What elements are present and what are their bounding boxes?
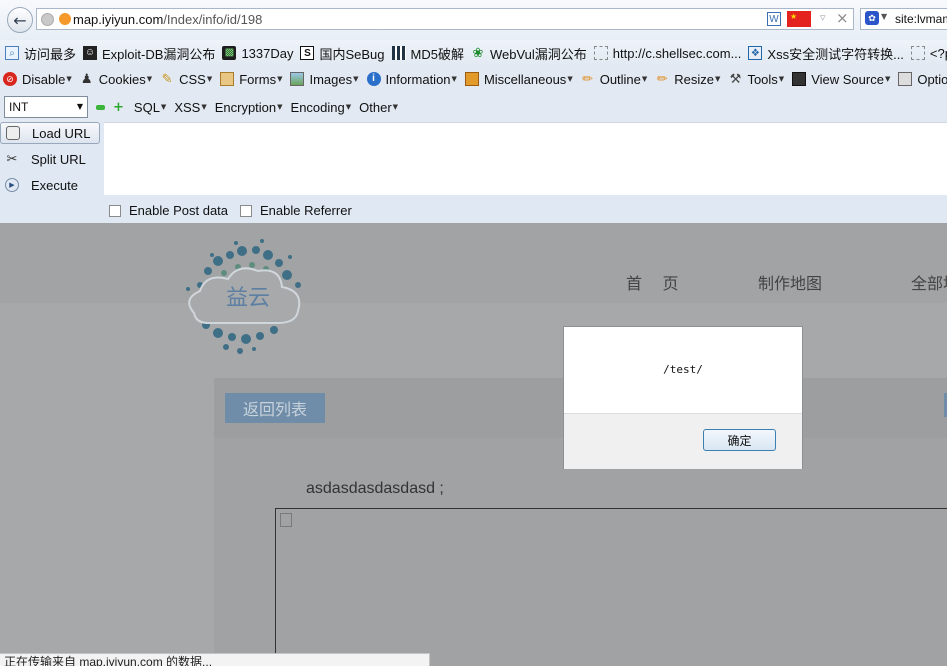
menu-encoding[interactable]: Encoding ▼ [291, 100, 352, 115]
search-engine-dropdown-icon[interactable]: ▼ [881, 12, 887, 21]
logo-text: 益云 [226, 286, 270, 311]
site-logo[interactable]: 益云 [178, 233, 313, 361]
bookmark-xss-tool[interactable]: ❖ Xss安全测试字符转换... [748, 44, 904, 63]
menu-xss[interactable]: XSS ▼ [174, 100, 206, 115]
decrease-icon[interactable] [96, 104, 105, 110]
bookmark-md5[interactable]: MD5破解 [391, 44, 464, 63]
increase-icon[interactable]: + [113, 100, 124, 115]
menu-other[interactable]: Other ▼ [359, 100, 398, 115]
checkbox-icon [109, 204, 121, 217]
tools-icon: ⚒ [729, 71, 742, 86]
menu-view-source[interactable]: View Source ▼ [792, 72, 890, 87]
menu-resize[interactable]: ✏ Resize ▼ [655, 71, 721, 87]
menu-disable[interactable]: ⊘ Disable ▼ [3, 72, 72, 87]
images-icon [290, 72, 305, 86]
scissors-icon: ✂ [6, 151, 18, 166]
broken-image-icon [280, 513, 292, 527]
bookmark-shellsec[interactable]: http://c.shellsec.com... [593, 46, 741, 61]
back-button[interactable]: ← [7, 7, 33, 33]
web-page: 益云 首 页 制作地图 全部地图 返回列表 asdasdasdasdasd ; [0, 223, 947, 666]
url-dropdown-icon[interactable]: ▿ [820, 11, 826, 24]
forms-icon [220, 72, 235, 86]
load-url-icon [6, 126, 20, 140]
enable-post-checkbox[interactable]: Enable Post data [109, 203, 228, 218]
word-icon[interactable]: W [767, 12, 781, 26]
chevron-down-icon: ▼ [76, 102, 83, 111]
search-box[interactable]: ✿ ▼ site:lvmama [860, 8, 947, 30]
china-flag-icon: ★ [787, 11, 811, 27]
menu-images[interactable]: Images ▼ [290, 72, 359, 87]
miscellaneous-icon [464, 72, 479, 86]
menu-encryption[interactable]: Encryption ▼ [215, 100, 283, 115]
url-textarea[interactable] [104, 122, 947, 195]
bookmark-webvul[interactable]: ❀ WebVul漏洞公布 [471, 44, 587, 63]
xss-tool-icon: ❖ [748, 46, 763, 60]
url-text[interactable]: map.iyiyun.com/Index/info/id/198 [73, 12, 262, 27]
disable-icon: ⊘ [3, 72, 17, 86]
options-icon [898, 72, 913, 86]
baidu-paw-icon[interactable]: ✿ [865, 11, 879, 25]
bookmark-sebug[interactable]: S 国内SeBug [300, 44, 385, 63]
outline-icon: ✏ [582, 71, 594, 86]
menu-sql[interactable]: SQL ▼ [134, 100, 166, 115]
menu-options[interactable]: Options▼ [898, 72, 947, 87]
globe-icon[interactable] [41, 13, 54, 26]
bookmark-exploit-db[interactable]: ☺ Exploit-DB漏洞公布 [83, 44, 215, 63]
type-select[interactable]: INT ▼ [4, 96, 88, 118]
load-url-button[interactable]: Load URL [0, 122, 100, 144]
1337day-icon: ▩ [222, 46, 237, 60]
nav-home[interactable]: 首 页 [626, 270, 686, 294]
bookmark-1337day[interactable]: ▩ 1337Day [222, 46, 293, 61]
bookmarks-toolbar: ⌕ 访问最多 ☺ Exploit-DB漏洞公布 ▩ 1337Day S 国内SeBug … [0, 40, 947, 66]
nav-make-map[interactable]: 制作地图 [758, 270, 822, 294]
web-developer-toolbar: ⊘ Disable ▼ ♟ Cookies ▼ ✎ CSS ▼ Forms ▼ Images ▼… [0, 66, 947, 92]
embedded-frame [275, 508, 947, 666]
menu-forms[interactable]: Forms ▼ [220, 72, 282, 87]
address-bar[interactable]: map.iyiyun.com/Index/info/id/198 W ★ ▿ × [36, 8, 854, 30]
alert-dialog: /test/ 确定 [563, 326, 803, 469]
stop-icon[interactable]: × [836, 9, 849, 27]
md5-icon [391, 46, 406, 60]
alert-footer: 确定 [564, 413, 802, 469]
menu-css[interactable]: ✎ CSS ▼ [160, 71, 213, 87]
page-icon [593, 46, 608, 60]
information-icon: i [366, 72, 381, 86]
most-visited-icon: ⌕ [5, 46, 19, 60]
search-input[interactable]: site:lvmama [895, 12, 947, 26]
back-to-list-button[interactable]: 返回列表 [225, 393, 325, 423]
menu-information[interactable]: i Information ▼ [366, 72, 457, 87]
exploit-db-icon: ☺ [83, 46, 98, 60]
bookmark-php[interactable]: <?php [910, 46, 947, 61]
menu-tools[interactable]: ⚒ Tools ▼ [728, 71, 785, 87]
menu-cookies[interactable]: ♟ Cookies ▼ [80, 72, 152, 87]
rss-icon[interactable] [59, 13, 71, 25]
view-source-icon [792, 72, 807, 86]
navigation-toolbar: ← map.iyiyun.com/Index/info/id/198 W ★ ▿… [0, 0, 947, 41]
hackbar-menu: INT ▼ + SQL ▼ XSS ▼ Encryption ▼ Encoding ▼ O… [0, 92, 947, 122]
execute-button[interactable]: ▶ Execute [0, 174, 100, 196]
menu-miscellaneous[interactable]: Miscellaneous ▼ [464, 72, 573, 87]
status-bar: 正在传输来自 map.iyiyun.com 的数据... [0, 653, 430, 666]
ok-button[interactable]: 确定 [703, 429, 776, 451]
sebug-icon: S [300, 46, 315, 60]
hackbar-panel: Load URL ✂ Split URL ▶ Execute Enable Post… [0, 122, 947, 223]
info-text: asdasdasdasdasd ; [306, 480, 444, 497]
arrow-left-icon: ← [13, 10, 27, 30]
alert-message: /test/ [663, 363, 703, 376]
split-url-button[interactable]: ✂ Split URL [0, 148, 100, 170]
webvul-icon: ❀ [472, 45, 484, 60]
checkbox-icon [240, 204, 252, 217]
play-icon: ▶ [5, 178, 19, 192]
page-icon [910, 46, 925, 60]
enable-referrer-checkbox[interactable]: Enable Referrer [240, 203, 352, 218]
css-icon: ✎ [161, 71, 173, 86]
cookies-icon: ♟ [80, 71, 93, 86]
menu-outline[interactable]: ✏ Outline ▼ [581, 71, 647, 87]
bookmark-most-visited[interactable]: ⌕ 访问最多 [5, 44, 76, 63]
resize-icon: ✏ [656, 71, 668, 86]
nav-all-maps[interactable]: 全部地图 [911, 270, 947, 294]
